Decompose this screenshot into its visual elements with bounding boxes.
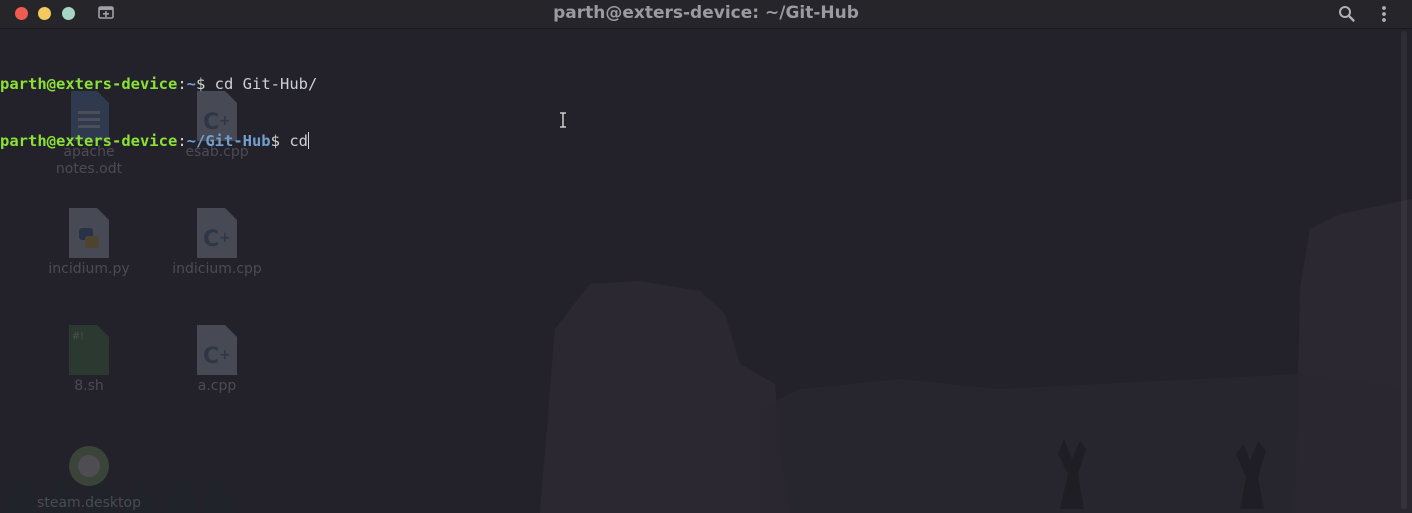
- terminal-area[interactable]: apache notes.odt C + esab.cpp incidium.p…: [0, 29, 1412, 513]
- desktop-icon-label: steam.desktop: [37, 495, 141, 511]
- desktop-icon-steam: steam.desktop: [29, 440, 149, 512]
- svg-text:#!: #!: [73, 331, 85, 342]
- prompt-path: ~: [186, 75, 196, 93]
- text-cursor: [308, 132, 309, 149]
- terminal-window: parth@exters-device: ~/Git-Hub apache no…: [0, 0, 1412, 513]
- desktop-icon-label: indicium.cpp: [172, 261, 262, 277]
- desktop-icon-a-cpp: C + a.cpp: [157, 325, 277, 395]
- svg-text:C: C: [203, 227, 219, 252]
- svg-text:+: +: [219, 230, 231, 246]
- desktop-icon-label: incidium.py: [48, 261, 130, 277]
- python-file-icon: [69, 208, 109, 258]
- search-icon[interactable]: [1338, 5, 1356, 23]
- command-text: cd Git-Hub/: [205, 75, 318, 93]
- desktop-icon-label: a.cpp: [197, 378, 237, 394]
- svg-text:+: +: [219, 347, 231, 363]
- desktop-icon-8-sh: #! 8.sh: [29, 325, 149, 395]
- cpp-file-icon: C +: [197, 325, 237, 375]
- terminal-line: parth@exters-device:~/Git-Hub$ cd: [0, 132, 317, 151]
- svg-text:C: C: [203, 344, 219, 369]
- prompt-path: ~/Git-Hub: [186, 132, 271, 150]
- command-input[interactable]: cd: [280, 132, 308, 150]
- scrollbar[interactable]: [1399, 31, 1409, 509]
- kebab-menu-icon[interactable]: [1377, 4, 1391, 24]
- prompt-user-host: parth@exters-device: [0, 132, 178, 150]
- window-title: parth@exters-device: ~/Git-Hub: [553, 3, 859, 23]
- shell-script-icon: #!: [69, 325, 109, 375]
- steam-icon: [69, 446, 109, 486]
- desktop-icon-label: 8.sh: [74, 378, 104, 394]
- prompt-colon: :: [177, 132, 187, 150]
- cpp-file-icon: C +: [197, 208, 237, 258]
- terminal-output[interactable]: parth@exters-device:~$ cd Git-Hub/ parth…: [0, 37, 317, 189]
- scrollbar-thumb[interactable]: [1401, 31, 1407, 509]
- prompt-symbol: $: [196, 75, 206, 93]
- desktop-icon-incidium-py: incidium.py: [29, 208, 149, 278]
- prompt-symbol: $: [270, 132, 280, 150]
- prompt-colon: :: [177, 75, 187, 93]
- mouse-ibeam-icon: [560, 112, 566, 128]
- terminal-line: parth@exters-device:~$ cd Git-Hub/: [0, 75, 317, 94]
- prompt-user-host: parth@exters-device: [0, 75, 178, 93]
- desktop-icon-indicium-cpp: C + indicium.cpp: [157, 208, 277, 278]
- title-bar[interactable]: parth@exters-device: ~/Git-Hub: [0, 0, 1412, 29]
